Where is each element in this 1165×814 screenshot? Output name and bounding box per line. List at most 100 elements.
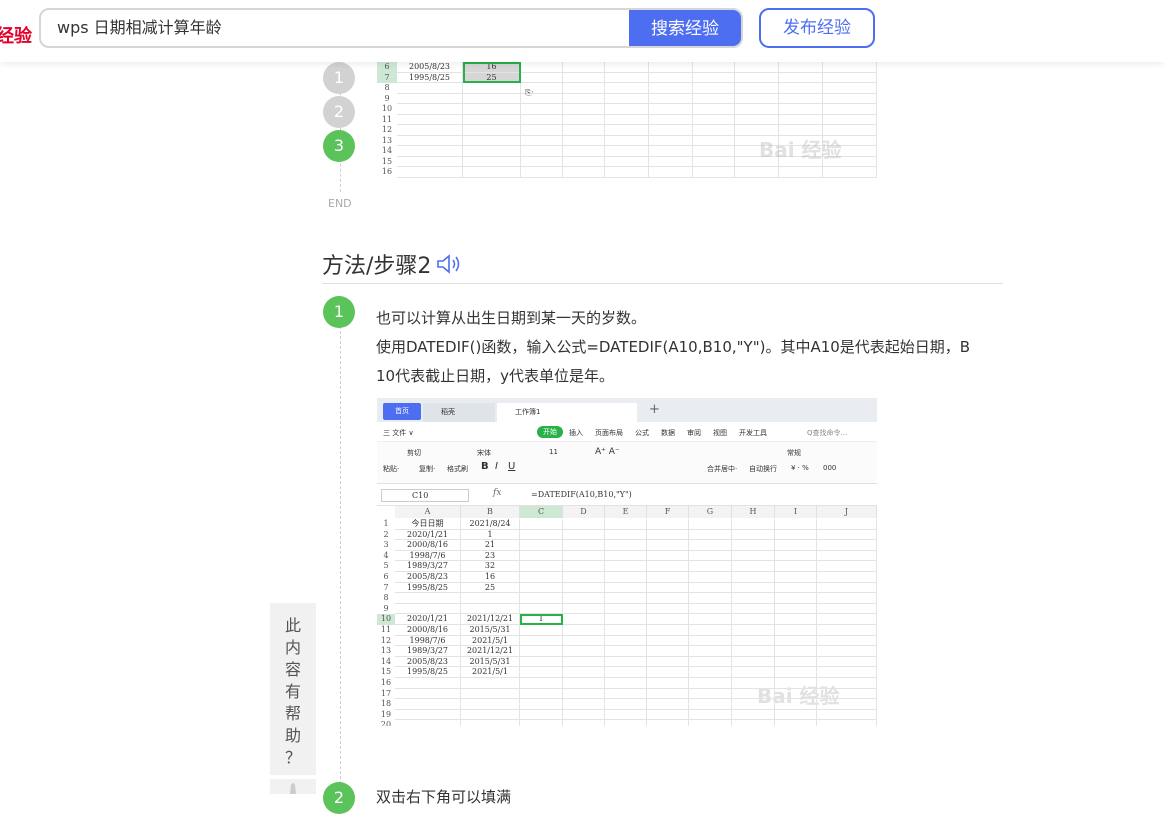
- ribbon-cut[interactable]: 剪切: [407, 448, 421, 458]
- sheet-cell[interactable]: [647, 550, 689, 562]
- sheet-cell[interactable]: [605, 699, 647, 710]
- sheet-cell[interactable]: [689, 688, 732, 700]
- sheet-cell[interactable]: [605, 656, 647, 668]
- sheet-cell[interactable]: [461, 688, 520, 700]
- sheet-cell[interactable]: [732, 582, 775, 594]
- sheet-cell[interactable]: [689, 699, 732, 710]
- sheet-cell[interactable]: [775, 699, 817, 710]
- sheet-cell[interactable]: [735, 83, 779, 94]
- sheet-cell[interactable]: [775, 667, 817, 678]
- sheet-cell[interactable]: [732, 699, 775, 710]
- sheet-cell[interactable]: [520, 561, 563, 572]
- sheet-cell[interactable]: [732, 593, 775, 604]
- row-header[interactable]: 13: [377, 646, 395, 657]
- sheet-cell[interactable]: [775, 519, 817, 530]
- row-header[interactable]: 16: [377, 678, 395, 689]
- sheet-cell[interactable]: [817, 593, 877, 604]
- sheet-cell[interactable]: [817, 625, 877, 636]
- sheet-cell[interactable]: [463, 146, 521, 157]
- sheet-cell[interactable]: [520, 572, 563, 583]
- sheet-cell[interactable]: [563, 125, 605, 136]
- row-header[interactable]: 2: [377, 530, 395, 541]
- sheet-cell[interactable]: [605, 125, 649, 136]
- sheet-cell[interactable]: [521, 72, 563, 83]
- sheet-cell[interactable]: [563, 529, 605, 541]
- sheet-cell[interactable]: [563, 114, 605, 125]
- sheet-cell[interactable]: [520, 593, 563, 604]
- ribbon-thousands[interactable]: 000: [823, 464, 836, 472]
- sheet-cell[interactable]: [647, 720, 689, 726]
- formula-input[interactable]: =DATEDIF(A10,B10,"Y"): [531, 490, 632, 499]
- sheet-cell[interactable]: [521, 104, 563, 115]
- column-header[interactable]: I: [775, 506, 817, 518]
- sheet-cell[interactable]: [397, 114, 463, 125]
- sheet-cell[interactable]: [732, 603, 775, 615]
- sheet-cell[interactable]: [732, 572, 775, 583]
- sheet-cell[interactable]: [732, 550, 775, 562]
- sheet-cell[interactable]: [461, 678, 520, 689]
- sheet-cell[interactable]: [735, 62, 779, 73]
- sheet-cell[interactable]: [732, 561, 775, 572]
- sheet-cell[interactable]: 1998/7/6: [395, 635, 461, 647]
- sheet-cell[interactable]: [647, 614, 689, 625]
- sheet-cell[interactable]: [647, 678, 689, 689]
- sheet-cell[interactable]: [689, 614, 732, 625]
- sheet-cell[interactable]: [693, 114, 735, 125]
- column-header[interactable]: D: [563, 506, 605, 518]
- sheet-cell[interactable]: [563, 72, 605, 83]
- sheet-cell[interactable]: [649, 146, 693, 157]
- menu-insert[interactable]: 插入: [569, 428, 583, 438]
- sheet-cell[interactable]: [605, 635, 647, 647]
- sheet-cell[interactable]: [647, 519, 689, 530]
- sheet-cell[interactable]: [689, 582, 732, 594]
- sheet-cell[interactable]: 2005/8/23: [397, 62, 463, 73]
- step2-dot-1[interactable]: 1: [323, 296, 355, 328]
- row-header[interactable]: 7: [377, 583, 395, 594]
- sheet-cell[interactable]: [693, 125, 735, 136]
- sheet-cell[interactable]: [563, 603, 605, 615]
- sheet-cell[interactable]: 1989/3/27: [395, 646, 461, 657]
- sheet-cell[interactable]: 1995/8/25: [395, 582, 461, 594]
- sheet-cell[interactable]: [605, 561, 647, 572]
- sheet-cell[interactable]: 23: [461, 550, 520, 562]
- sheet-cell[interactable]: [689, 561, 732, 572]
- sheet-cell[interactable]: 16: [461, 572, 520, 583]
- sheet-cell[interactable]: [732, 720, 775, 726]
- row-header[interactable]: 12: [377, 636, 395, 647]
- sheet-cell[interactable]: 2015/5/31: [461, 625, 520, 636]
- sheet-cell[interactable]: [521, 125, 563, 136]
- sheet-cell[interactable]: [775, 603, 817, 615]
- sheet-cell[interactable]: [397, 156, 463, 167]
- sheet-cell[interactable]: [647, 667, 689, 678]
- search-input[interactable]: wps 日期相减计算年龄: [41, 10, 629, 46]
- menu-data[interactable]: 数据: [661, 428, 675, 438]
- sheet-cell[interactable]: [395, 603, 461, 615]
- sheet-cell[interactable]: [563, 709, 605, 721]
- ribbon-italic[interactable]: I: [495, 461, 498, 472]
- sheet-cell[interactable]: [521, 156, 563, 167]
- sheet-cell[interactable]: [649, 62, 693, 73]
- sheet-cell[interactable]: [647, 699, 689, 710]
- sheet-cell[interactable]: [689, 572, 732, 583]
- sheet-cell[interactable]: [689, 593, 732, 604]
- ribbon-bold[interactable]: B: [481, 461, 489, 472]
- sheet-cell[interactable]: 32: [461, 561, 520, 572]
- row-header[interactable]: 14: [377, 657, 395, 668]
- sheet-cell[interactable]: [775, 593, 817, 604]
- sheet-cell[interactable]: 2021/8/24: [461, 519, 520, 530]
- sheet-cell[interactable]: [775, 625, 817, 636]
- sheet-cell[interactable]: [775, 720, 817, 726]
- sheet-cell[interactable]: [817, 519, 877, 530]
- sheet-cell[interactable]: [605, 104, 649, 115]
- sheet-cell[interactable]: [735, 114, 779, 125]
- sheet-cell[interactable]: [779, 93, 823, 104]
- sheet-cell[interactable]: [563, 593, 605, 604]
- row-header[interactable]: 14: [377, 146, 397, 157]
- sheet-cell[interactable]: [649, 83, 693, 94]
- sheet-cell[interactable]: [397, 167, 463, 178]
- sheet-cell[interactable]: [732, 678, 775, 689]
- sheet-cell[interactable]: [649, 135, 693, 146]
- sheet-cell[interactable]: [520, 709, 563, 721]
- sheet-cell[interactable]: [520, 519, 563, 530]
- sheet-cell[interactable]: [649, 104, 693, 115]
